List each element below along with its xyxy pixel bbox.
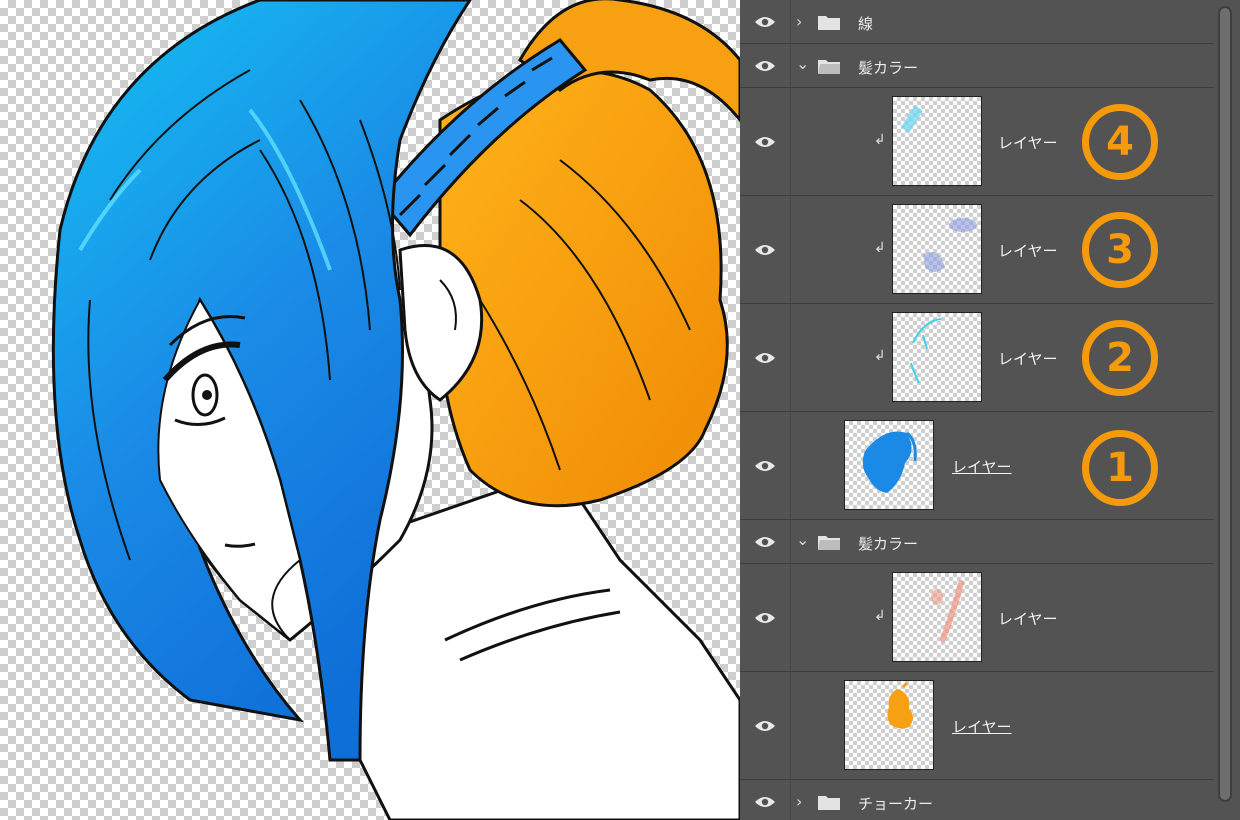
layer-group-line[interactable]: › 線 <box>740 0 1214 44</box>
eye-icon[interactable] <box>754 459 776 473</box>
layer-name: レイヤー <box>998 610 1058 628</box>
layer-item[interactable]: ↲ レイヤー 3 <box>740 196 1214 304</box>
folder-icon <box>818 14 840 30</box>
canvas-area[interactable] <box>0 0 740 820</box>
eye-icon[interactable] <box>754 795 776 809</box>
eye-icon[interactable] <box>754 59 776 73</box>
layer-item[interactable]: レイヤー <box>740 672 1214 780</box>
layer-item[interactable]: ↲ レイヤー 4 <box>740 88 1214 196</box>
layer-thumbnail <box>844 680 934 770</box>
chevron-down-icon[interactable]: ⌄ <box>796 54 809 73</box>
annotation-badge: 2 <box>1082 320 1158 396</box>
layer-thumbnail <box>892 312 982 402</box>
eye-icon[interactable] <box>754 611 776 625</box>
chevron-right-icon[interactable]: › <box>796 12 802 31</box>
annotation-badge: 3 <box>1082 212 1158 288</box>
eye-icon[interactable] <box>754 535 776 549</box>
layer-thumbnail <box>892 572 982 662</box>
annotation-badge: 4 <box>1082 104 1158 180</box>
folder-icon <box>818 534 840 550</box>
artwork <box>51 0 740 820</box>
clipping-mask-icon: ↲ <box>874 132 886 148</box>
folder-icon <box>818 794 840 810</box>
layer-name: レイヤー <box>998 134 1058 152</box>
eye-icon[interactable] <box>754 15 776 29</box>
eye-icon[interactable] <box>754 243 776 257</box>
layer-thumbnail <box>892 96 982 186</box>
layer-group-hair-color-1[interactable]: ⌄ 髪カラー <box>740 44 1214 88</box>
layer-item[interactable]: ↲ レイヤー <box>740 564 1214 672</box>
layer-name: レイヤー <box>952 458 1012 476</box>
eye-icon[interactable] <box>754 719 776 733</box>
layer-thumbnail <box>844 420 934 510</box>
layer-name: レイヤー <box>998 242 1058 260</box>
layer-group-choker[interactable]: › チョーカー <box>740 780 1214 820</box>
layer-item[interactable]: ↲ レイヤー 2 <box>740 304 1214 412</box>
layers-panel[interactable]: › 線 ⌄ 髪カラー ↲ レイヤー 4 ↲ レイヤー 3 ↲ レイヤー 2 レイ… <box>740 0 1240 820</box>
layer-thumbnail <box>892 204 982 294</box>
group-name: 髪カラー <box>858 535 919 553</box>
layer-group-hair-color-2[interactable]: ⌄ 髪カラー <box>740 520 1214 564</box>
chevron-down-icon[interactable]: ⌄ <box>796 530 809 549</box>
scrollbar[interactable] <box>1218 6 1232 802</box>
layer-name: レイヤー <box>998 350 1058 368</box>
folder-icon <box>818 58 840 74</box>
clipping-mask-icon: ↲ <box>874 240 886 256</box>
group-name: 髪カラー <box>858 59 919 77</box>
clipping-mask-icon: ↲ <box>874 608 886 624</box>
eye-icon[interactable] <box>754 351 776 365</box>
layer-item[interactable]: レイヤー 1 <box>740 412 1214 520</box>
clipping-mask-icon: ↲ <box>874 348 886 364</box>
group-name: チョーカー <box>858 795 934 813</box>
scrollbar-thumb[interactable] <box>1220 8 1230 800</box>
group-name: 線 <box>858 15 874 33</box>
layer-name: レイヤー <box>952 718 1012 736</box>
annotation-badge: 1 <box>1082 430 1158 506</box>
chevron-right-icon[interactable]: › <box>796 792 802 811</box>
eye-icon[interactable] <box>754 135 776 149</box>
